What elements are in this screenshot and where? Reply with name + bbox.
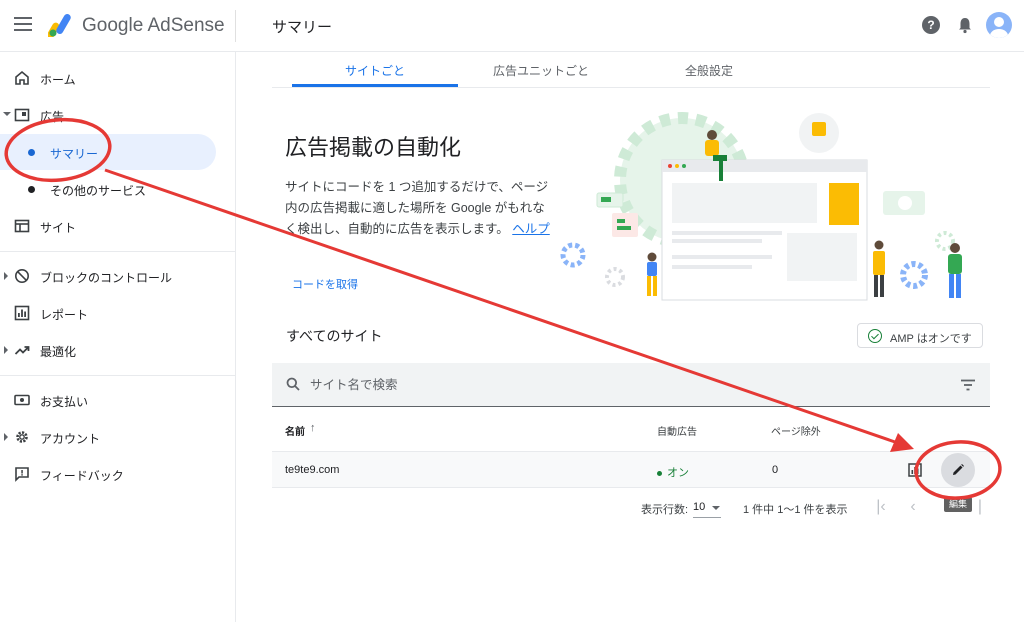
filter-icon[interactable] [960,379,976,391]
amp-status-label: AMP はオンです [890,333,972,345]
ads-icon [14,108,30,122]
topbar-divider [235,10,236,42]
hero-description: サイトにコードを 1 つ追加するだけで、ページ内の広告掲載に適した場所を Goo… [285,177,550,240]
sidebar-item-block-controls[interactable]: ブロックのコントロール [0,258,236,294]
payments-icon [14,394,30,406]
sidebar-item-label: ブロックのコントロール [40,271,173,285]
tab-general-settings[interactable]: 全般設定 [616,62,802,79]
sort-ascending-icon[interactable]: ↑ [310,422,316,434]
column-header-auto-ads: 自動広告 [657,427,697,438]
sidebar-item-label: 最適化 [40,345,77,359]
home-icon [15,70,29,85]
sidebar-item-optimization[interactable]: 最適化 [0,332,236,368]
search-icon [286,377,300,391]
sidebar-item-other-services[interactable]: その他のサービス [0,171,236,207]
sidebar-item-label: その他のサービス [50,184,147,198]
status-dot-icon [657,470,662,476]
site-search-input[interactable] [310,376,910,394]
notifications-icon[interactable] [956,16,974,34]
report-icon [14,305,30,321]
auto-ads-status-cell: オン [657,464,689,480]
feedback-icon [15,467,29,482]
adsense-logo [48,14,71,37]
expand-caret-icon [4,272,8,280]
sidebar-item-account[interactable]: アカウント [0,419,236,455]
sidebar-item-label: ホーム [40,73,76,87]
sidebar-divider [0,251,236,252]
help-link[interactable]: ヘルプ [512,222,550,236]
expand-caret-icon [4,433,8,441]
edit-tooltip: 編集 [944,497,972,512]
table-row[interactable]: te9te9.com オン 0 [272,451,990,488]
sidebar-item-summary[interactable]: サマリー [0,134,216,170]
sidebar-item-ads[interactable]: 広告 [0,97,236,133]
sidebar-item-label: お支払い [40,395,89,409]
settings-icon [16,431,28,443]
block-icon [15,269,29,283]
select-underline [693,517,721,518]
check-circle-icon [868,329,882,343]
menu-icon[interactable] [14,17,32,31]
account-avatar[interactable] [986,12,1012,38]
edit-site-button[interactable] [941,453,975,487]
sidebar-item-home[interactable]: ホーム [0,60,236,96]
column-header-page-exclusions: ページ除外 [771,427,821,438]
help-icon[interactable]: ? [922,16,940,34]
active-tab-indicator [292,84,458,87]
expand-caret-icon [3,112,11,116]
auto-ads-illustration [560,112,962,301]
tab-by-site[interactable]: サイトごと [282,62,468,79]
first-page-icon[interactable]: |‹ [873,498,889,516]
sidebar-item-label: 広告 [40,110,65,124]
sidebar-item-sites[interactable]: サイト [0,208,236,244]
bullet-icon [28,186,35,193]
previous-page-icon[interactable]: ‹ [905,498,921,516]
column-header-name[interactable]: 名前 [285,423,305,438]
view-report-icon[interactable] [908,463,922,477]
bullet-icon [28,149,35,156]
get-code-link[interactable]: コードを取得 [292,276,358,292]
pencil-icon [953,464,964,475]
sidebar-item-payments[interactable]: お支払い [0,382,236,418]
sites-icon [14,219,30,233]
auto-ads-status: オン [667,467,689,479]
hero-title: 広告掲載の自動化 [285,135,462,160]
sidebar-divider [0,375,236,376]
sidebar-item-label: アカウント [40,432,101,446]
rows-per-page-select[interactable]: 10 [693,501,705,513]
page-exclusions-cell: 0 [772,464,779,476]
sidebar-item-label: レポート [40,308,89,322]
brand-name: Google AdSense [82,15,225,36]
tab-by-ad-unit[interactable]: 広告ユニットごと [448,62,634,79]
expand-caret-icon [4,346,8,354]
hero-description-text: サイトにコードを 1 つ追加するだけで、ページ内の広告掲載に適した場所を Goo… [285,180,549,236]
rows-per-page-label: 表示行数: [641,504,689,516]
sidebar-item-feedback[interactable]: フィードバック [0,456,236,492]
pagination-range: 1 件中 1〜1 件を表示 [743,504,848,516]
page-title: サマリー [272,19,333,36]
trending-icon [14,346,30,355]
sidebar-nav: ホーム 広告 サマリー その他のサービス サイト ブロックのコントロール レポー… [0,52,236,622]
sidebar-item-label: サイト [40,221,77,235]
chevron-down-icon[interactable] [712,506,720,510]
sidebar-item-reports[interactable]: レポート [0,295,236,331]
top-app-bar: Google AdSense サマリー ? [0,0,1024,52]
all-sites-heading: すべてのサイト [286,328,383,344]
last-page-icon[interactable]: | [972,498,988,516]
site-name-cell: te9te9.com [285,464,340,476]
sidebar-item-label: フィードバック [40,469,124,483]
site-search-bar [272,363,990,407]
amp-status-chip[interactable]: AMP はオンです [857,323,983,348]
tab-bar: サイトごと 広告ユニットごと 全般設定 [272,52,990,88]
sidebar-item-label: サマリー [50,147,99,161]
